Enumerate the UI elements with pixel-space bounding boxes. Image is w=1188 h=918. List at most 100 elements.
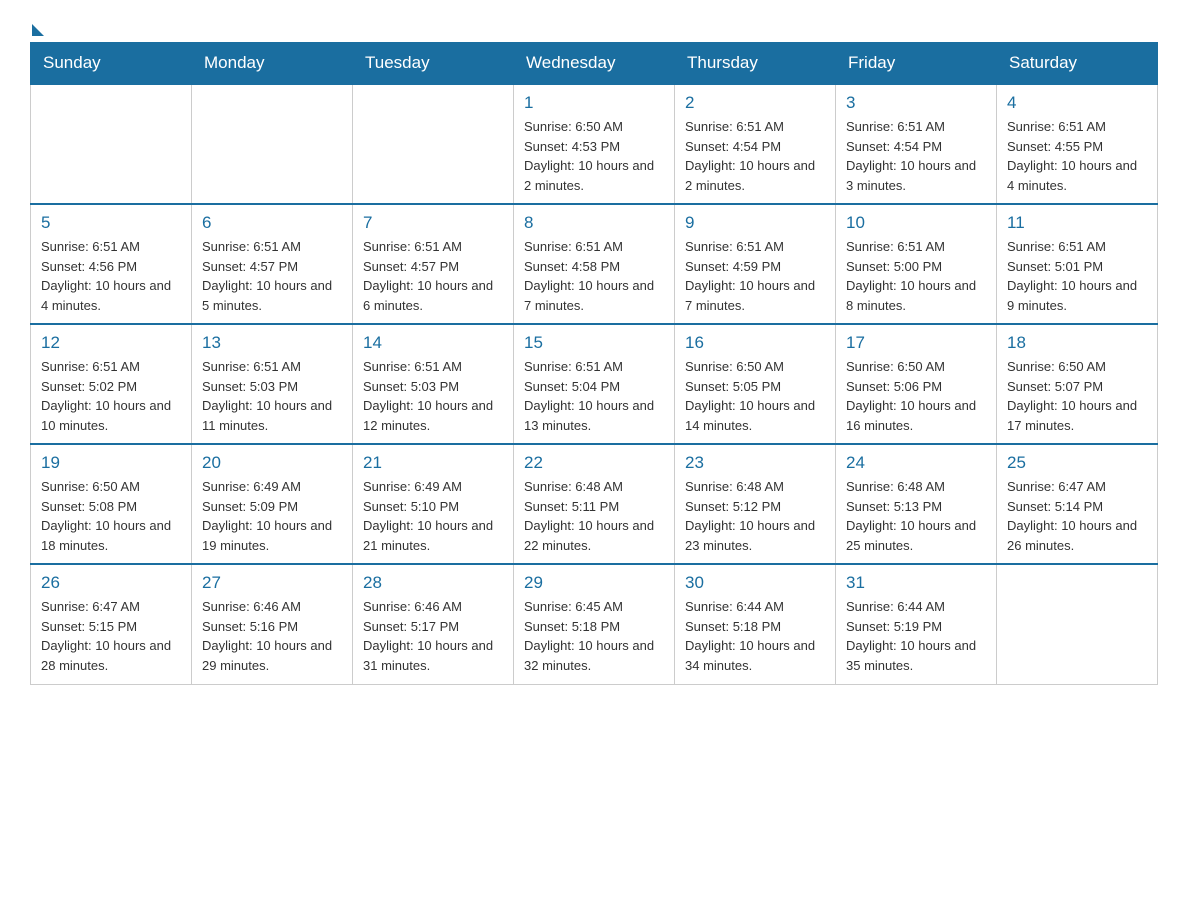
- day-info: Sunrise: 6:44 AM Sunset: 5:18 PM Dayligh…: [685, 597, 825, 675]
- week-row-2: 5 Sunrise: 6:51 AM Sunset: 4:56 PM Daylig…: [31, 204, 1158, 324]
- calendar-cell: 30Sunrise: 6:44 AM Sunset: 5:18 PM Dayli…: [675, 564, 836, 684]
- day-info: Sunrise: 6:51 AM Sunset: 4:54 PM Dayligh…: [846, 117, 986, 195]
- day-info: Sunrise: 6:51 AM Sunset: 4:59 PM Dayligh…: [685, 237, 825, 315]
- day-info: Sunrise: 6:50 AM Sunset: 5:08 PM Dayligh…: [41, 477, 181, 555]
- day-number: 1: [524, 93, 664, 113]
- day-number: 7: [363, 213, 503, 233]
- calendar-cell: 3Sunrise: 6:51 AM Sunset: 4:54 PM Daylig…: [836, 84, 997, 204]
- day-info: Sunrise: 6:47 AM Sunset: 5:14 PM Dayligh…: [1007, 477, 1147, 555]
- day-info: Sunrise: 6:48 AM Sunset: 5:11 PM Dayligh…: [524, 477, 664, 555]
- day-number: 24: [846, 453, 986, 473]
- day-info: Sunrise: 6:46 AM Sunset: 5:16 PM Dayligh…: [202, 597, 342, 675]
- calendar-cell: 23 Sunrise: 6:48 AM Sunset: 5:12 PM Dayli…: [675, 444, 836, 564]
- week-row-3: 12 Sunrise: 6:51 AM Sunset: 5:02 PM Dayli…: [31, 324, 1158, 444]
- calendar-cell: 18 Sunrise: 6:50 AM Sunset: 5:07 PM Dayli…: [997, 324, 1158, 444]
- day-number: 6: [202, 213, 342, 233]
- day-header-thursday: Thursday: [675, 43, 836, 85]
- day-info: Sunrise: 6:50 AM Sunset: 5:05 PM Dayligh…: [685, 357, 825, 435]
- calendar-cell: 19Sunrise: 6:50 AM Sunset: 5:08 PM Dayli…: [31, 444, 192, 564]
- day-number: 8: [524, 213, 664, 233]
- day-info: Sunrise: 6:51 AM Sunset: 4:56 PM Dayligh…: [41, 237, 181, 315]
- day-info: Sunrise: 6:49 AM Sunset: 5:09 PM Dayligh…: [202, 477, 342, 555]
- day-number: 15: [524, 333, 664, 353]
- calendar-cell: 27 Sunrise: 6:46 AM Sunset: 5:16 PM Dayli…: [192, 564, 353, 684]
- day-info: Sunrise: 6:51 AM Sunset: 4:55 PM Dayligh…: [1007, 117, 1147, 195]
- day-header-wednesday: Wednesday: [514, 43, 675, 85]
- day-number: 2: [685, 93, 825, 113]
- day-number: 27: [202, 573, 342, 593]
- day-number: 12: [41, 333, 181, 353]
- week-row-1: 1 Sunrise: 6:50 AM Sunset: 4:53 PM Daylig…: [31, 84, 1158, 204]
- calendar-cell: 29Sunrise: 6:45 AM Sunset: 5:18 PM Dayli…: [514, 564, 675, 684]
- day-number: 25: [1007, 453, 1147, 473]
- day-info: Sunrise: 6:47 AM Sunset: 5:15 PM Dayligh…: [41, 597, 181, 675]
- day-info: Sunrise: 6:46 AM Sunset: 5:17 PM Dayligh…: [363, 597, 503, 675]
- calendar-cell: 17 Sunrise: 6:50 AM Sunset: 5:06 PM Dayli…: [836, 324, 997, 444]
- day-number: 11: [1007, 213, 1147, 233]
- calendar-cell: 5 Sunrise: 6:51 AM Sunset: 4:56 PM Daylig…: [31, 204, 192, 324]
- calendar-cell: 10 Sunrise: 6:51 AM Sunset: 5:00 PM Dayli…: [836, 204, 997, 324]
- day-info: Sunrise: 6:51 AM Sunset: 5:01 PM Dayligh…: [1007, 237, 1147, 315]
- day-number: 23: [685, 453, 825, 473]
- day-info: Sunrise: 6:50 AM Sunset: 5:06 PM Dayligh…: [846, 357, 986, 435]
- day-info: Sunrise: 6:50 AM Sunset: 4:53 PM Dayligh…: [524, 117, 664, 195]
- day-header-sunday: Sunday: [31, 43, 192, 85]
- logo: [30, 20, 44, 32]
- day-info: Sunrise: 6:51 AM Sunset: 5:03 PM Dayligh…: [202, 357, 342, 435]
- day-header-tuesday: Tuesday: [353, 43, 514, 85]
- day-number: 5: [41, 213, 181, 233]
- calendar-header-row: SundayMondayTuesdayWednesdayThursdayFrid…: [31, 43, 1158, 85]
- day-number: 26: [41, 573, 181, 593]
- calendar-cell: 8 Sunrise: 6:51 AM Sunset: 4:58 PM Daylig…: [514, 204, 675, 324]
- calendar-cell: 15 Sunrise: 6:51 AM Sunset: 5:04 PM Dayli…: [514, 324, 675, 444]
- calendar-cell: [31, 84, 192, 204]
- day-info: Sunrise: 6:51 AM Sunset: 5:03 PM Dayligh…: [363, 357, 503, 435]
- calendar-cell: 9 Sunrise: 6:51 AM Sunset: 4:59 PM Daylig…: [675, 204, 836, 324]
- day-number: 9: [685, 213, 825, 233]
- calendar-cell: 7 Sunrise: 6:51 AM Sunset: 4:57 PM Daylig…: [353, 204, 514, 324]
- day-number: 13: [202, 333, 342, 353]
- calendar-cell: 14 Sunrise: 6:51 AM Sunset: 5:03 PM Dayli…: [353, 324, 514, 444]
- logo-top: [30, 20, 44, 36]
- calendar-table: SundayMondayTuesdayWednesdayThursdayFrid…: [30, 42, 1158, 685]
- calendar-cell: 1 Sunrise: 6:50 AM Sunset: 4:53 PM Daylig…: [514, 84, 675, 204]
- week-row-5: 26 Sunrise: 6:47 AM Sunset: 5:15 PM Dayli…: [31, 564, 1158, 684]
- calendar-cell: 31Sunrise: 6:44 AM Sunset: 5:19 PM Dayli…: [836, 564, 997, 684]
- day-info: Sunrise: 6:48 AM Sunset: 5:12 PM Dayligh…: [685, 477, 825, 555]
- day-number: 17: [846, 333, 986, 353]
- day-info: Sunrise: 6:48 AM Sunset: 5:13 PM Dayligh…: [846, 477, 986, 555]
- day-info: Sunrise: 6:51 AM Sunset: 5:00 PM Dayligh…: [846, 237, 986, 315]
- day-info: Sunrise: 6:51 AM Sunset: 4:57 PM Dayligh…: [202, 237, 342, 315]
- calendar-cell: [997, 564, 1158, 684]
- day-number: 20: [202, 453, 342, 473]
- day-header-friday: Friday: [836, 43, 997, 85]
- calendar-cell: 2Sunrise: 6:51 AM Sunset: 4:54 PM Daylig…: [675, 84, 836, 204]
- logo-arrow-icon: [32, 24, 44, 36]
- day-header-monday: Monday: [192, 43, 353, 85]
- day-number: 16: [685, 333, 825, 353]
- day-number: 18: [1007, 333, 1147, 353]
- day-number: 10: [846, 213, 986, 233]
- day-info: Sunrise: 6:44 AM Sunset: 5:19 PM Dayligh…: [846, 597, 986, 675]
- day-info: Sunrise: 6:51 AM Sunset: 5:04 PM Dayligh…: [524, 357, 664, 435]
- day-info: Sunrise: 6:45 AM Sunset: 5:18 PM Dayligh…: [524, 597, 664, 675]
- calendar-cell: 16 Sunrise: 6:50 AM Sunset: 5:05 PM Dayli…: [675, 324, 836, 444]
- calendar-cell: 24 Sunrise: 6:48 AM Sunset: 5:13 PM Dayli…: [836, 444, 997, 564]
- day-number: 14: [363, 333, 503, 353]
- calendar-cell: 28 Sunrise: 6:46 AM Sunset: 5:17 PM Dayli…: [353, 564, 514, 684]
- day-number: 28: [363, 573, 503, 593]
- calendar-cell: 13 Sunrise: 6:51 AM Sunset: 5:03 PM Dayli…: [192, 324, 353, 444]
- calendar-cell: 26 Sunrise: 6:47 AM Sunset: 5:15 PM Dayli…: [31, 564, 192, 684]
- day-info: Sunrise: 6:51 AM Sunset: 4:57 PM Dayligh…: [363, 237, 503, 315]
- calendar-cell: 6 Sunrise: 6:51 AM Sunset: 4:57 PM Daylig…: [192, 204, 353, 324]
- calendar-cell: 4 Sunrise: 6:51 AM Sunset: 4:55 PM Daylig…: [997, 84, 1158, 204]
- day-info: Sunrise: 6:50 AM Sunset: 5:07 PM Dayligh…: [1007, 357, 1147, 435]
- calendar-cell: 25 Sunrise: 6:47 AM Sunset: 5:14 PM Dayli…: [997, 444, 1158, 564]
- calendar-cell: [353, 84, 514, 204]
- day-info: Sunrise: 6:51 AM Sunset: 5:02 PM Dayligh…: [41, 357, 181, 435]
- day-header-saturday: Saturday: [997, 43, 1158, 85]
- day-number: 4: [1007, 93, 1147, 113]
- calendar-cell: [192, 84, 353, 204]
- day-number: 21: [363, 453, 503, 473]
- day-info: Sunrise: 6:51 AM Sunset: 4:58 PM Dayligh…: [524, 237, 664, 315]
